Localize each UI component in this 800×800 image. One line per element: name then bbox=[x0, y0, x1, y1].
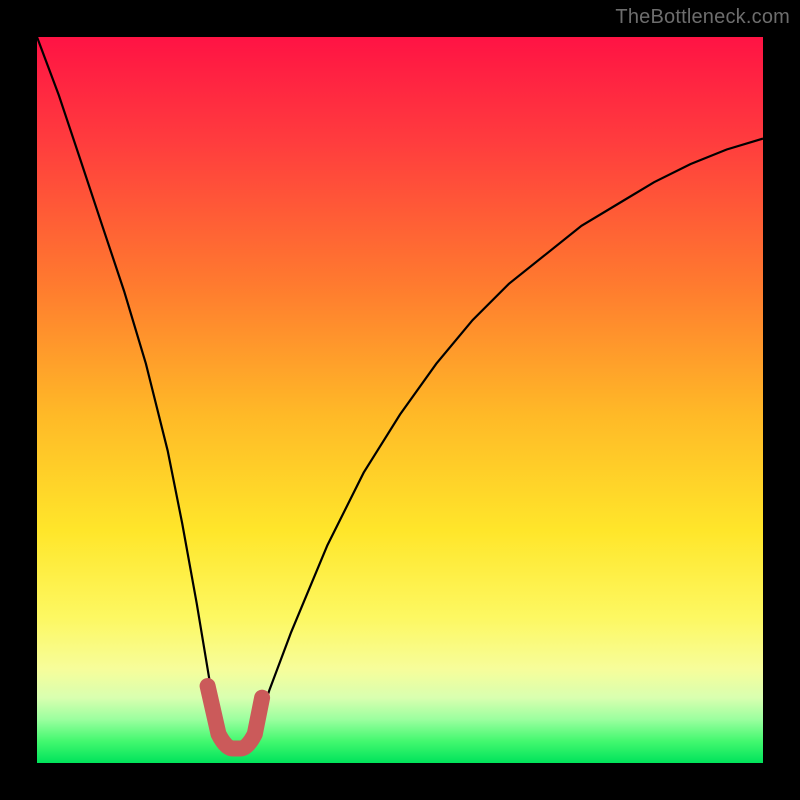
bottleneck-curve bbox=[37, 37, 763, 749]
chart-frame: TheBottleneck.com bbox=[0, 0, 800, 800]
valley-highlight bbox=[208, 686, 263, 749]
watermark-text: TheBottleneck.com bbox=[615, 6, 790, 29]
curve-layer bbox=[37, 37, 763, 763]
plot-area bbox=[37, 37, 763, 763]
